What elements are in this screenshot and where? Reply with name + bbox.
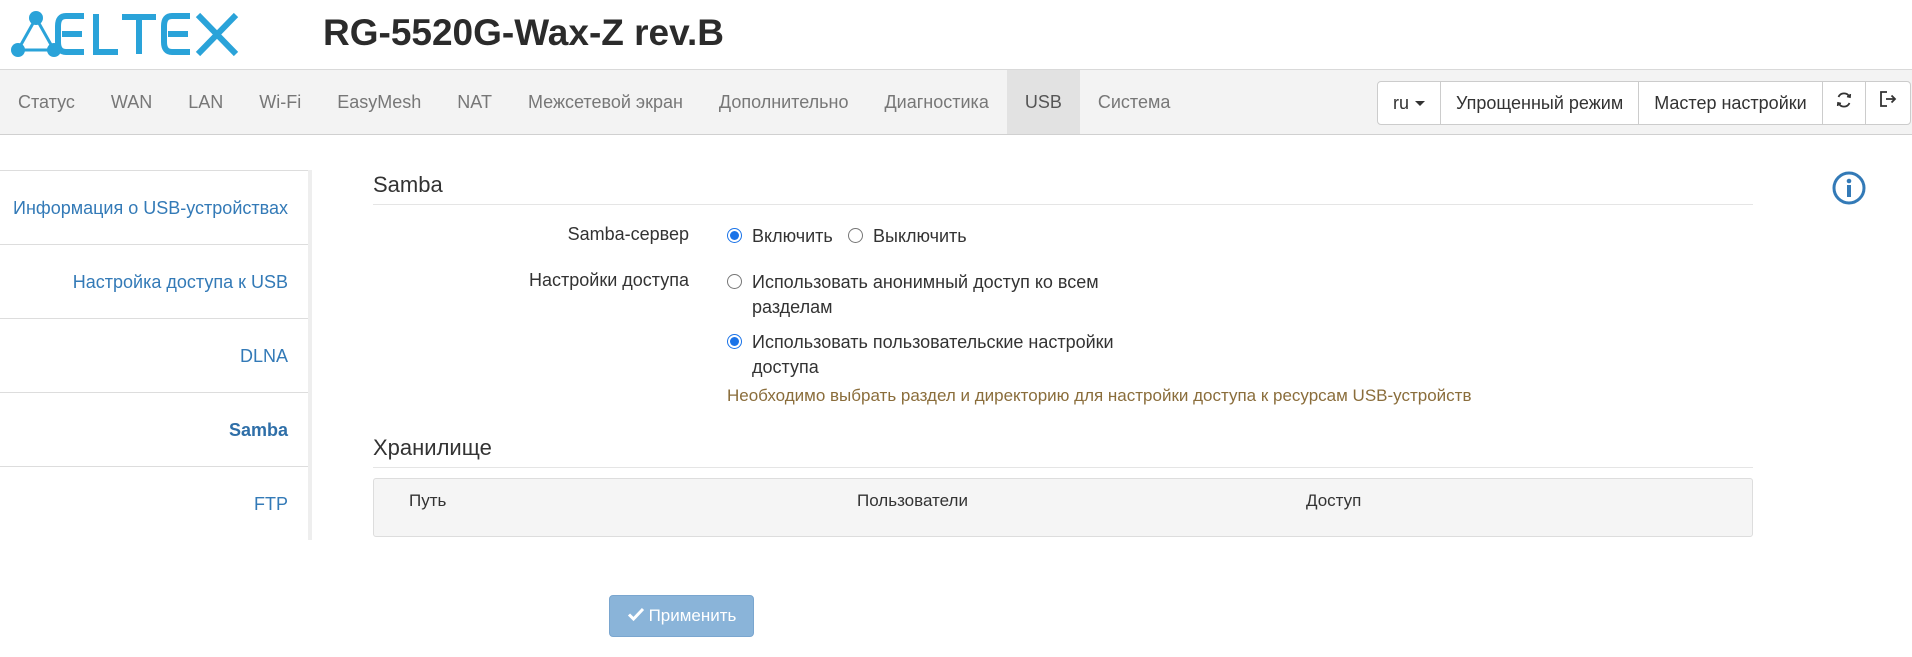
tab-status[interactable]: Статус: [0, 70, 93, 134]
samba-server-off-option[interactable]: Выключить: [848, 224, 978, 248]
access-user-option[interactable]: Использовать пользовательские настройки …: [727, 330, 1147, 380]
sidebar-item-dlna[interactable]: DLNA: [0, 318, 308, 392]
access-hint-text: Необходимо выбрать раздел и директорию д…: [727, 386, 1472, 405]
access-user-label-line2: доступа: [752, 357, 819, 377]
sidebar-item-samba[interactable]: Samba: [0, 392, 308, 466]
sidebar-item-usb-access[interactable]: Настройка доступа к USB: [0, 244, 308, 318]
access-user-radio[interactable]: [727, 334, 742, 349]
storage-table: Путь Пользователи Доступ: [373, 478, 1753, 537]
samba-server-off-label: Выключить: [873, 226, 967, 246]
samba-server-on-radio[interactable]: [727, 228, 742, 243]
tab-nat[interactable]: NAT: [439, 70, 510, 134]
refresh-icon: [1835, 82, 1853, 124]
check-icon: [627, 606, 649, 627]
storage-section-title: Хранилище: [373, 435, 1753, 468]
access-anonymous-option[interactable]: Использовать анонимный доступ ко всем ра…: [727, 270, 1147, 320]
usb-sidebar: Информация о USB-устройствах Настройка д…: [0, 170, 312, 540]
tab-system[interactable]: Система: [1080, 70, 1189, 134]
tab-diagnostics[interactable]: Диагностика: [866, 70, 1006, 134]
eltex-logo[interactable]: [6, 6, 246, 60]
access-settings-label: Настройки доступа: [529, 270, 689, 290]
info-icon[interactable]: [1832, 171, 1866, 205]
simple-mode-button[interactable]: Упрощенный режим: [1441, 82, 1640, 124]
apply-button[interactable]: Применить: [609, 595, 754, 637]
samba-section-title: Samba: [373, 172, 1753, 205]
language-dropdown[interactable]: ru: [1378, 82, 1442, 124]
main-navbar: Статус WAN LAN Wi-Fi EasyMesh NAT Межсет…: [0, 70, 1912, 135]
nav-tabs: Статус WAN LAN Wi-Fi EasyMesh NAT Межсет…: [0, 70, 1188, 134]
tab-usb[interactable]: USB: [1006, 70, 1080, 134]
tab-advanced[interactable]: Дополнительно: [701, 70, 867, 134]
tab-lan[interactable]: LAN: [170, 70, 241, 134]
column-header-access: Доступ: [1306, 491, 1362, 510]
access-anonymous-radio[interactable]: [727, 274, 742, 289]
refresh-button[interactable]: [1823, 82, 1866, 124]
language-label: ru: [1393, 93, 1410, 113]
access-anonymous-label-line2: разделам: [752, 297, 833, 317]
tab-easymesh[interactable]: EasyMesh: [319, 70, 439, 134]
samba-server-off-radio[interactable]: [848, 228, 863, 243]
product-title: RG-5520G-Wax-Z rev.B: [323, 12, 724, 53]
nav-right-buttons: ru Упрощенный режим Мастер настройки: [1377, 81, 1911, 125]
tab-firewall[interactable]: Межсетевой экран: [510, 70, 701, 134]
caret-down-icon: [1415, 100, 1426, 106]
access-user-label-line1: Использовать пользовательские настройки: [752, 332, 1114, 352]
wizard-button[interactable]: Мастер настройки: [1639, 82, 1823, 124]
samba-server-label: Samba-сервер: [567, 224, 689, 244]
header: RG-5520G-Wax-Z rev.B: [0, 0, 1912, 70]
tab-wifi[interactable]: Wi-Fi: [241, 70, 319, 134]
samba-server-on-label: Включить: [752, 226, 833, 246]
logout-icon: [1878, 82, 1898, 124]
column-header-users: Пользователи: [857, 491, 968, 510]
sidebar-item-ftp[interactable]: FTP: [0, 466, 308, 540]
sidebar-item-usb-info[interactable]: Информация о USB-устройствах: [0, 170, 308, 244]
access-anonymous-label-line1: Использовать анонимный доступ ко всем: [752, 272, 1099, 292]
column-header-path: Путь: [409, 491, 447, 510]
tab-wan[interactable]: WAN: [93, 70, 170, 134]
samba-server-on-option[interactable]: Включить: [727, 224, 847, 248]
apply-button-label: Применить: [648, 606, 737, 625]
logout-button[interactable]: [1866, 82, 1910, 124]
